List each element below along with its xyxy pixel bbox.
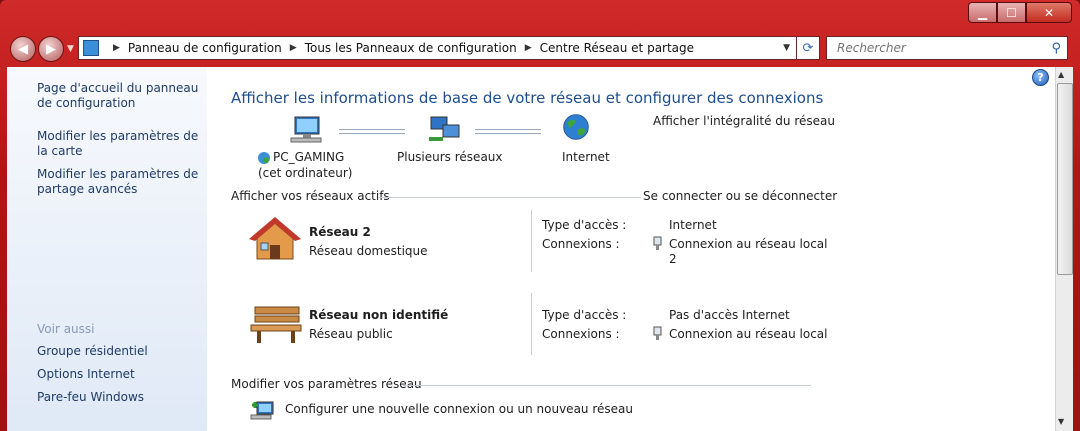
internet-label: Internet <box>562 150 610 164</box>
maximize-button[interactable]: ☐ <box>997 2 1026 23</box>
modify-settings-header: Modifier vos paramètres réseau <box>231 377 422 391</box>
home-icon <box>249 217 301 260</box>
divider <box>531 210 532 272</box>
recent-pages-dropdown-icon[interactable]: ▼ <box>67 44 74 54</box>
page-title: Afficher les informations de base de vot… <box>231 89 824 107</box>
connection-line <box>475 129 541 134</box>
breadcrumb-network-center[interactable]: Centre Réseau et partage <box>540 41 694 55</box>
chevron-right-icon[interactable]: ▶ <box>525 43 532 53</box>
sidebar-link-home[interactable]: Page d'accueil du panneau de configurati… <box>37 81 202 111</box>
connection-line <box>339 129 405 134</box>
network-1-access-label: Type d'accès : <box>542 218 627 232</box>
chevron-right-icon[interactable]: ▶ <box>290 43 297 53</box>
computer-icon <box>290 116 322 143</box>
breadcrumb-control-panel[interactable]: Panneau de configuration <box>128 41 282 55</box>
window-frame: ▁ ☐ ✕ ◀ ▶ ▼ ▶ Panneau de configuration ▶… <box>0 0 1080 431</box>
scroll-down-icon[interactable]: ▼ <box>1058 417 1064 426</box>
park-bench-icon <box>250 306 302 343</box>
ethernet-plug-icon <box>653 236 662 250</box>
breadcrumb-all-panels[interactable]: Tous les Panneaux de configuration <box>305 41 517 55</box>
network-2-connections-label: Connexions : <box>542 327 620 341</box>
network-1-access-value: Internet <box>669 218 717 232</box>
close-button[interactable]: ✕ <box>1026 2 1072 23</box>
sidebar-link-firewall[interactable]: Pare-feu Windows <box>37 390 202 405</box>
multiple-networks-icon <box>429 116 460 141</box>
sidebar-link-homegroup[interactable]: Groupe résidentiel <box>37 344 202 359</box>
network-1-name: Réseau 2 <box>309 225 371 239</box>
ethernet-plug-icon <box>653 326 662 340</box>
search-box[interactable]: ⚲ <box>826 36 1068 60</box>
network-2-access-label: Type d'accès : <box>542 308 627 322</box>
active-networks-header: Afficher vos réseaux actifs <box>231 189 390 203</box>
back-button[interactable]: ◀ <box>10 36 36 62</box>
address-bar[interactable]: ▶ Panneau de configuration ▶ Tous les Pa… <box>78 36 797 60</box>
sidebar-link-internet-options[interactable]: Options Internet <box>37 367 202 382</box>
scrollbar-thumb[interactable] <box>1057 83 1073 275</box>
full-map-link[interactable]: Afficher l'intégralité du réseau <box>653 114 835 128</box>
content-area: Page d'accueil du panneau de configurati… <box>7 67 1073 431</box>
sidebar: Page d'accueil du panneau de configurati… <box>7 67 207 431</box>
pc-subtitle: (cet ordinateur) <box>258 166 353 180</box>
search-icon[interactable]: ⚲ <box>1051 41 1061 56</box>
divider <box>403 385 811 386</box>
globe-icon <box>563 114 589 140</box>
network-1-type-link[interactable]: Réseau domestique <box>309 244 428 258</box>
control-panel-icon <box>83 40 99 56</box>
scroll-up-icon[interactable]: ▲ <box>1058 70 1064 79</box>
network-1-connections-label: Connexions : <box>542 237 620 251</box>
pc-name: PC_GAMING <box>273 150 345 164</box>
refresh-button[interactable]: ⟳ <box>796 36 820 60</box>
divider <box>379 197 641 198</box>
chevron-right-icon[interactable]: ▶ <box>113 43 120 53</box>
sidebar-link-adapter-settings[interactable]: Modifier les paramètres de la carte <box>37 129 202 159</box>
search-input[interactable] <box>835 40 1039 56</box>
sidebar-link-sharing-settings[interactable]: Modifier les paramètres de partage avanc… <box>37 167 202 197</box>
network-2-access-value: Pas d'accès Internet <box>669 308 790 322</box>
help-icon[interactable]: ? <box>1032 69 1049 86</box>
network-1-connection-link-line2[interactable]: 2 <box>669 252 677 266</box>
network-2-name: Réseau non identifié <box>309 308 449 322</box>
network-status-icon <box>257 151 271 165</box>
new-connection-icon <box>250 401 274 420</box>
network-1-connection-link[interactable]: Connexion au réseau local <box>669 237 828 251</box>
minimize-button[interactable]: ▁ <box>968 2 997 23</box>
main-panel: Afficher les informations de base de vot… <box>207 67 1057 431</box>
multiple-networks-label: Plusieurs réseaux <box>397 150 503 164</box>
network-2-connection-link[interactable]: Connexion au réseau local <box>669 327 828 341</box>
divider <box>531 293 532 355</box>
forward-button[interactable]: ▶ <box>38 36 64 62</box>
window-controls: ▁ ☐ ✕ <box>968 2 1072 23</box>
vertical-scrollbar[interactable]: ▲ ▼ <box>1055 67 1073 431</box>
see-also-label: Voir aussi <box>37 322 95 336</box>
network-2-type: Réseau public <box>309 327 393 341</box>
address-dropdown-icon[interactable]: ▼ <box>783 43 790 53</box>
setup-connection-link[interactable]: Configurer une nouvelle connexion ou un … <box>285 402 633 416</box>
connect-disconnect-link[interactable]: Se connecter ou se déconnecter <box>643 189 837 203</box>
